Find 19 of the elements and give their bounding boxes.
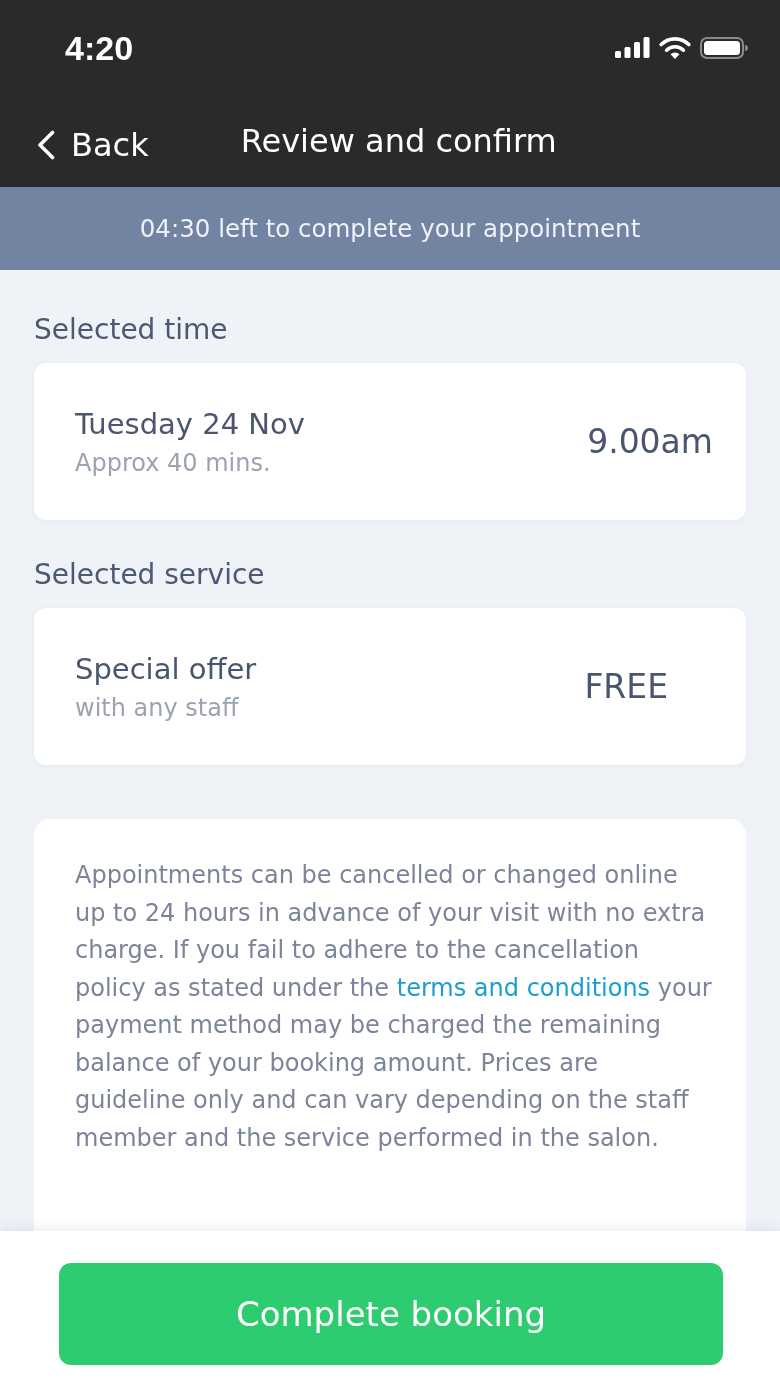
battery-icon <box>700 36 748 59</box>
back-button[interactable]: Back <box>37 126 149 164</box>
section-heading: Selected service <box>34 558 266 592</box>
chevron-icon <box>37 130 55 160</box>
timer-banner: 04:30 left to complete your appointment <box>0 187 780 270</box>
terms-link[interactable]: terms and conditions <box>396 973 651 1002</box>
section-heading: Selected time <box>34 313 229 347</box>
time-value: 9.00am <box>587 421 713 462</box>
card-title: Special offer <box>75 650 257 687</box>
policy-text: Appointments can be cancelled or changed online up to 24 hours in advance of your visit with no extra charge. If you fail to adhere to the cancellation policy as stated under the terms and conditions your payment method may be charged the remaining balance of your booking amount. Prices are guideline only and can vary depending on the staff member and the service performed in the salon. <box>75 860 712 1154</box>
signal-icon <box>615 37 650 58</box>
card-subtitle: Approx 40 mins. <box>75 447 272 478</box>
wifi-icon <box>659 36 691 59</box>
price-value: FREE <box>584 666 668 707</box>
page-title: Review and confirm <box>240 122 557 160</box>
card-title: Tuesday 24 Nov <box>75 405 305 442</box>
card-subtitle: with any staff <box>75 692 240 723</box>
status-time: 4:20 <box>65 28 134 67</box>
complete-booking-button[interactable]: Complete booking <box>59 1263 723 1365</box>
